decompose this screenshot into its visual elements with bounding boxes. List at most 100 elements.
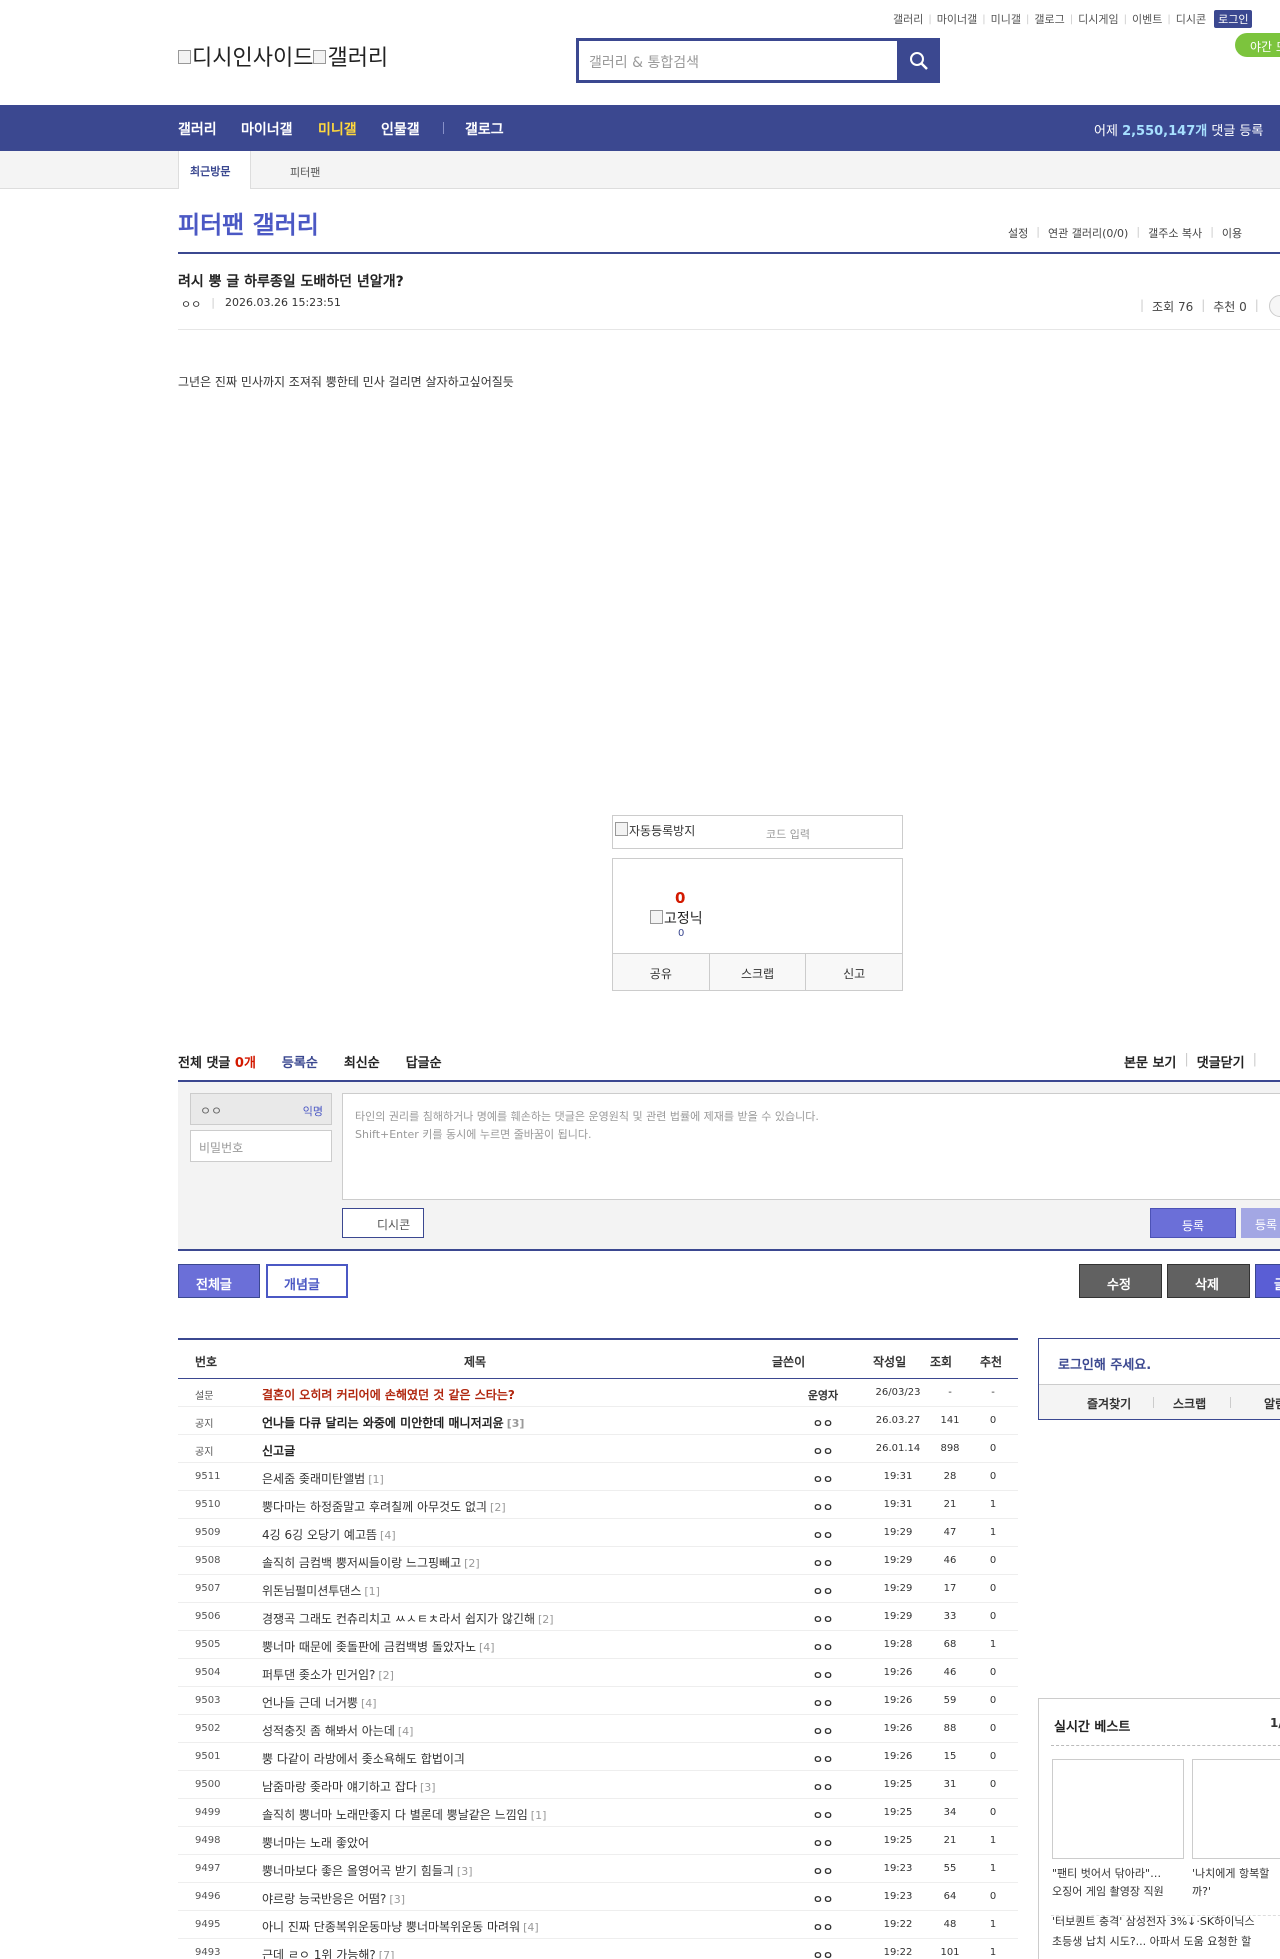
comment-submit-2-button[interactable]: 등록 (1241, 1208, 1280, 1238)
row-writer[interactable]: ㅇㅇ (779, 1863, 867, 1879)
row-comment-count[interactable]: [7] (379, 1949, 395, 1959)
row-comment-count[interactable]: [4] (523, 1921, 539, 1934)
table-row[interactable]: 9493 ㅇㅇ 19:22 101 1 근데 ㄹㅇ 1위 가능해? [7] (178, 1939, 1018, 1959)
scrap-link[interactable]: 스크랩 (1173, 1395, 1206, 1412)
row-title-link[interactable]: 뿡다마는 하정줌말고 후려칠께 아무것도 없긔 [2] (262, 1498, 506, 1515)
table-row[interactable]: 9495 ㅇㅇ 19:22 48 1 아니 진짜 단종복위운동마냥 뿡너마복위운동 마려워… (178, 1911, 1018, 1939)
table-row[interactable]: 9504 ㅇㅇ 19:26 46 0 퍼투댄 좆소가 민거임? [2] (178, 1659, 1018, 1687)
notification-link[interactable]: 알림 (1264, 1395, 1280, 1412)
nav-person[interactable]: 인물갤 (381, 119, 420, 139)
edit-button[interactable]: 수정 (1079, 1264, 1162, 1298)
row-comment-count[interactable]: [4] (398, 1725, 414, 1738)
row-writer[interactable]: 운영자 (779, 1387, 867, 1403)
row-writer[interactable]: ㅇㅇ (779, 1443, 867, 1459)
row-comment-count[interactable]: [1] (531, 1809, 547, 1822)
row-title-link[interactable]: 솔직히 금컴백 뿡저씨들이랑 느그핑빼고 [2] (262, 1554, 480, 1571)
table-row[interactable]: 9506 ㅇㅇ 19:29 33 0 경쟁곡 그래도 컨츄리치고 ㅆㅅㅌㅊ라서 쉽지가 않… (178, 1603, 1018, 1631)
sort-registered[interactable]: 등록순 (282, 1052, 318, 1071)
copy-address-link[interactable]: 갤주소 복사 (1148, 225, 1202, 241)
site-logo[interactable]: 디시인사이드 갤러리 (178, 40, 388, 72)
row-comment-count[interactable]: [2] (464, 1557, 480, 1570)
row-comment-count[interactable]: [3] (457, 1865, 473, 1878)
table-row[interactable]: 9498 ㅇㅇ 19:25 21 1 뿡너마는 노래 좋았어 (178, 1827, 1018, 1855)
row-writer[interactable]: ㅇㅇ (779, 1751, 867, 1767)
top-link-gallery[interactable]: 갤러리 (893, 11, 923, 27)
row-writer[interactable]: ㅇㅇ (779, 1499, 867, 1515)
row-writer[interactable]: ㅇㅇ (779, 1723, 867, 1739)
recommend-count[interactable]: 0 (675, 889, 685, 907)
login-button[interactable]: 로그인 (1214, 10, 1253, 28)
table-row[interactable]: 9502 ㅇㅇ 19:26 88 0 성적충짓 좀 해봐서 아는데 [4] (178, 1715, 1018, 1743)
row-title-link[interactable]: 뿡 다같이 라방에서 좆소욕해도 합법이긔 (262, 1750, 468, 1767)
row-writer[interactable]: ㅇㅇ (779, 1947, 867, 1959)
row-title-link[interactable]: 솔직히 뿡너마 노래만좋지 다 별론데 뿡날같은 느낌임 [1] (262, 1806, 546, 1823)
table-row[interactable]: 9505 ㅇㅇ 19:28 68 1 뿡너마 때문에 좆돌판에 금컴백병 돌았자노 [4] (178, 1631, 1018, 1659)
table-row[interactable]: 9510 ㅇㅇ 19:31 21 1 뿡다마는 하정줌말고 후려칠께 아무것도 없긔 [2] (178, 1491, 1018, 1519)
row-writer[interactable]: ㅇㅇ (779, 1695, 867, 1711)
report-button[interactable]: 신고 (806, 954, 902, 990)
row-writer[interactable]: ㅇㅇ (779, 1639, 867, 1655)
nav-gallery[interactable]: 갤러리 (178, 119, 217, 139)
row-writer[interactable]: ㅇㅇ (779, 1807, 867, 1823)
table-row[interactable]: 공지 ㅇㅇ 26.01.14 898 0 신고글 (178, 1435, 1018, 1463)
recent-gallery-link[interactable]: 피터팬 (290, 164, 320, 180)
row-writer[interactable]: ㅇㅇ (779, 1471, 867, 1487)
row-comment-count[interactable]: [1] (368, 1473, 384, 1486)
row-comment-count[interactable]: [2] (490, 1501, 506, 1514)
delete-button[interactable]: 삭제 (1167, 1264, 1250, 1298)
best-thumbnail-1[interactable] (1052, 1759, 1184, 1859)
best-news-2[interactable]: 초등생 납치 시도?... 아파서 도움 요청한 할 (1052, 1933, 1251, 1951)
row-title-link[interactable]: 아니 진짜 단종복위운동마냥 뿡너마복위운동 마려워 [4] (262, 1918, 539, 1935)
row-comment-count[interactable]: [2] (538, 1613, 554, 1626)
table-row[interactable]: 9501 ㅇㅇ 19:26 15 0 뿡 다같이 라방에서 좆소욕해도 합법이긔 (178, 1743, 1018, 1771)
recent-visits-tab[interactable]: 최근방문 (178, 151, 251, 189)
search-button[interactable] (897, 41, 937, 80)
row-writer[interactable]: ㅇㅇ (779, 1415, 867, 1431)
row-title-link[interactable]: 4깅 6깅 오당기 예고뜸 [4] (262, 1526, 396, 1543)
comment-textarea[interactable]: 타인의 권리를 침해하거나 명예를 훼손하는 댓글은 운영원칙 및 관련 법률에… (342, 1093, 1280, 1200)
table-row[interactable]: 9503 ㅇㅇ 19:26 59 0 언나들 근데 너거뿡 [4] (178, 1687, 1018, 1715)
table-row[interactable]: 공지 ㅇㅇ 26.03.27 141 0 언나들 다큐 달리는 와중에 미안한데 매니저괴… (178, 1407, 1018, 1435)
best-posts-button[interactable]: 개념글 (266, 1264, 348, 1298)
row-writer[interactable]: ㅇㅇ (779, 1891, 867, 1907)
post-author[interactable]: ㅇㅇ (181, 296, 201, 312)
table-row[interactable]: 9511 ㅇㅇ 19:31 28 0 은세줌 좆래미탄앨범 [1] (178, 1463, 1018, 1491)
top-link-minor[interactable]: 마이너갤 (937, 11, 977, 27)
nav-minor[interactable]: 마이너갤 (241, 119, 293, 139)
table-row[interactable]: 9499 ㅇㅇ 19:25 34 0 솔직히 뿡너마 노래만좋지 다 별론데 뿡날같은 느… (178, 1799, 1018, 1827)
top-link-mini[interactable]: 미니갤 (991, 11, 1021, 27)
row-title-link[interactable]: 언나들 다큐 달리는 와중에 미안한데 매니저괴윤 [3] (262, 1414, 524, 1431)
top-link-gallog[interactable]: 갤로그 (1034, 11, 1064, 27)
share-button[interactable]: 공유 (613, 954, 710, 990)
row-comment-count[interactable]: [2] (378, 1669, 394, 1682)
row-writer[interactable]: ㅇㅇ (779, 1919, 867, 1935)
table-row[interactable]: 9509 ㅇㅇ 19:29 47 1 4깅 6깅 오당기 예고뜸 [4] (178, 1519, 1018, 1547)
nav-mini[interactable]: 미니갤 (318, 119, 357, 139)
row-comment-count[interactable]: [1] (364, 1585, 380, 1598)
row-writer[interactable]: ㅇㅇ (779, 1667, 867, 1683)
row-title-link[interactable]: 성적충짓 좀 해봐서 아는데 [4] (262, 1722, 413, 1739)
table-row[interactable]: 9496 ㅇㅇ 19:23 64 0 야르랑 능국반응은 어떰? [3] (178, 1883, 1018, 1911)
row-writer[interactable]: ㅇㅇ (779, 1583, 867, 1599)
dccon-button[interactable]: 디시콘 (342, 1208, 424, 1238)
row-comment-count[interactable]: [3] (420, 1781, 436, 1794)
row-title-link[interactable]: 퍼투댄 좆소가 민거임? [2] (262, 1666, 394, 1683)
top-link-event[interactable]: 이벤트 (1132, 11, 1162, 27)
row-title-link[interactable]: 남줌마랑 좆라마 얘기하고 잡다 [3] (262, 1778, 436, 1795)
row-writer[interactable]: ㅇㅇ (779, 1527, 867, 1543)
gallery-title[interactable]: 피터팬 갤러리 (178, 205, 319, 240)
table-row[interactable]: 9500 ㅇㅇ 19:25 31 0 남줌마랑 좆라마 얘기하고 잡다 [3] (178, 1771, 1018, 1799)
scrap-button[interactable]: 스크랩 (710, 954, 807, 990)
row-writer[interactable]: ㅇㅇ (779, 1835, 867, 1851)
comment-submit-button[interactable]: 등록 (1150, 1208, 1236, 1238)
best-news-1[interactable]: '터보퀀트 충격' 삼성전자 3%↓·SK하이닉스 (1052, 1913, 1255, 1931)
login-prompt[interactable]: 로그인해 주세요. (1058, 1354, 1151, 1373)
top-link-dcgame[interactable]: 디시게임 (1078, 11, 1118, 27)
best-item-1-caption[interactable]: "팬티 벗어서 닦아라"… 오징어 게임 촬영장 직원 (1052, 1865, 1164, 1901)
usage-link[interactable]: 이용 (1222, 225, 1242, 241)
row-title-link[interactable]: 경쟁곡 그래도 컨츄리치고 ㅆㅅㅌㅊ라서 쉽지가 않긴해 [2] (262, 1610, 554, 1627)
row-title-link[interactable]: 야르랑 능국반응은 어떰? [3] (262, 1890, 405, 1907)
row-title-link[interactable]: 뿡너마는 노래 좋았어 (262, 1834, 372, 1851)
row-title-link[interactable]: 뿡너마보다 좋은 올영어곡 받기 힘들긔 [3] (262, 1862, 473, 1879)
table-row[interactable]: 9497 ㅇㅇ 19:23 55 1 뿡너마보다 좋은 올영어곡 받기 힘들긔 [3] (178, 1855, 1018, 1883)
